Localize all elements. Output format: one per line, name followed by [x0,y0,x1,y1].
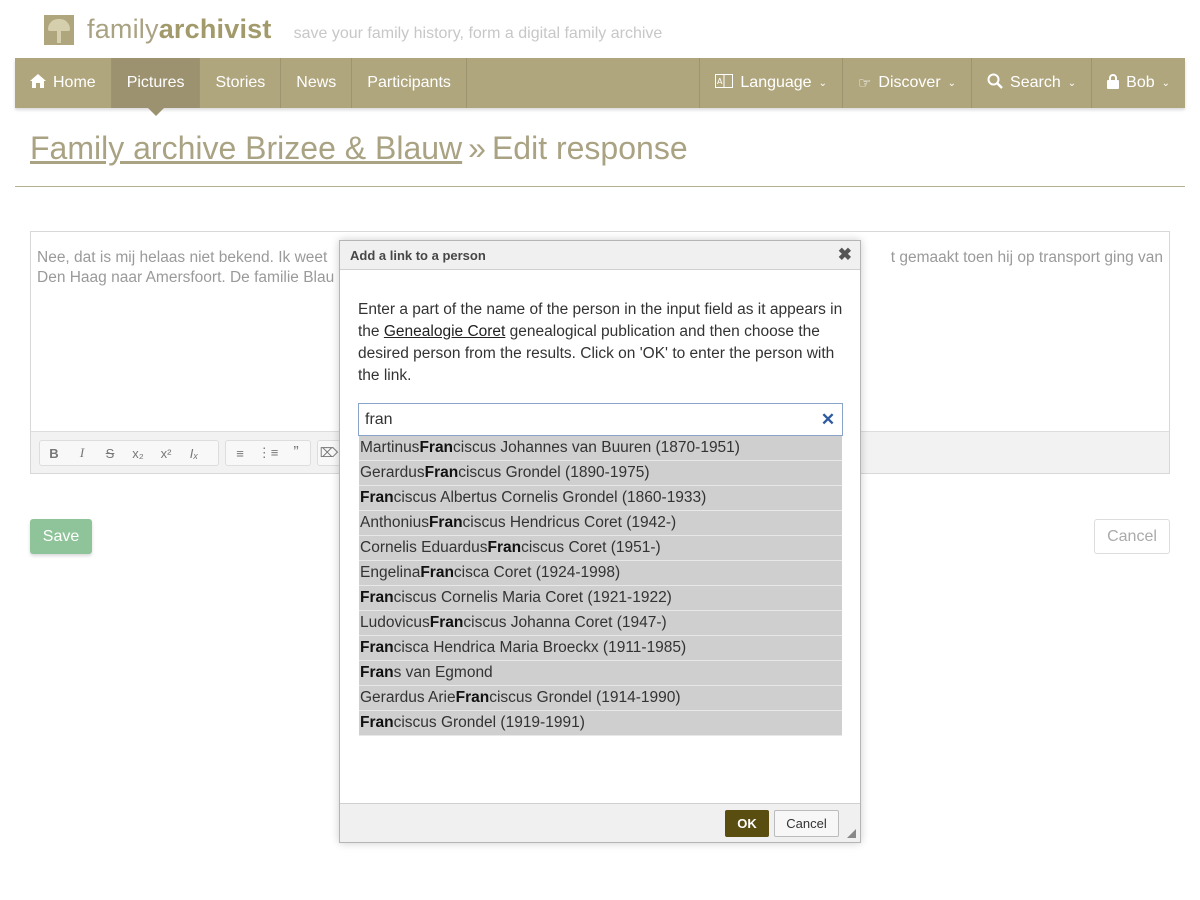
brand-tagline: save your family history, form a digital… [293,24,663,42]
nav-search[interactable]: Search ⌄ [971,58,1091,108]
search-result-item[interactable]: Cornelis Eduardus Fran ciscus Coret (1951… [359,536,842,561]
nav-news[interactable]: News [281,58,353,108]
editor-text-left: Nee, dat is mij helaas niet bekend. Ik w… [37,249,328,266]
nav-user-label: Bob [1126,74,1155,91]
search-result-item[interactable]: Fran cisca Hendrica Maria Broeckx (1911-1… [359,636,842,661]
chevron-down-icon: ⌄ [1161,77,1170,89]
search-result-item[interactable]: Martinus Fran ciscus Johannes van Buuren … [359,436,842,461]
title-divider [15,186,1185,187]
link-group: ⌦ [317,440,341,466]
link-icon[interactable]: ⌦ [318,441,340,465]
search-icon [987,73,1003,93]
dialog-cancel-button[interactable]: Cancel [774,810,839,837]
subscript-icon[interactable]: x₂ [124,441,152,465]
superscript-icon[interactable]: x² [152,441,180,465]
dialog-instructions: Enter a part of the name of the person i… [358,301,843,384]
clear-search-icon[interactable]: ✕ [814,410,842,430]
search-result-item[interactable]: Anthonius Fran ciscus Hendricus Coret (19… [359,511,842,536]
close-icon[interactable]: ✖ [838,245,852,265]
search-result-item[interactable]: Engelina Fran cisca Coret (1924-1998) [359,561,842,586]
bullet-list-icon[interactable]: ⋮≡ [254,441,282,465]
italic-icon[interactable]: I [68,441,96,465]
search-result-item[interactable]: Fran ciscus Grondel (1919-1991) [359,711,842,736]
home-icon [30,74,46,92]
search-result-item[interactable]: Fran s van Egmond [359,661,842,686]
nav-pictures[interactable]: Pictures [111,58,201,116]
search-results-list: Martinus Fran ciscus Johannes van Buuren … [359,436,842,736]
breadcrumb-archive-link[interactable]: Family archive Brizee & Blauw [30,130,462,166]
remove-format-icon[interactable]: Iₓ [180,441,208,465]
nav-search-label: Search [1010,74,1061,91]
cancel-button[interactable]: Cancel [1094,519,1170,554]
hand-point-icon: ☞ [857,75,872,92]
search-result-item[interactable]: Fran ciscus Albertus Cornelis Grondel (18… [359,486,842,511]
nav-home-label: Home [53,74,96,91]
resize-grip-icon[interactable] [847,829,856,838]
nav-user[interactable]: Bob ⌄ [1091,58,1185,108]
brand-name: familyarchivist [87,14,272,44]
page-title: Family archive Brizee & Blauw» Edit respo… [30,130,688,167]
nav-stories-label: Stories [215,74,266,91]
list-group: ≡ ⋮≡ ” [225,440,311,466]
search-result-item[interactable]: Gerardus Arie Fran ciscus Grondel (1914-1… [359,686,842,711]
nav-home[interactable]: Home [15,58,112,108]
dialog-title: Add a link to a person [350,247,486,263]
add-person-link-dialog: Add a link to a person ✖ Enter a part of… [339,240,861,843]
format-group: B I S x₂ x² Iₓ [39,440,219,466]
person-search-input[interactable] [359,410,814,429]
bold-icon[interactable]: B [40,441,68,465]
nav-news-label: News [296,74,337,91]
ok-button[interactable]: OK [725,810,769,837]
genealogie-coret-link[interactable]: Genealogie Coret [384,323,506,340]
nav-discover[interactable]: ☞ Discover ⌄ [841,58,971,108]
nav-stories[interactable]: Stories [200,58,282,108]
page-title-text: Edit response [491,130,688,166]
lock-icon [1107,73,1120,93]
search-result-item[interactable]: Ludovicus Fran ciscus Johanna Coret (1947… [359,611,842,636]
nav-language-label: Language [740,74,812,91]
nav-participants-label: Participants [367,74,451,91]
chevron-down-icon: ⌄ [947,77,957,89]
dialog-footer: OK Cancel [340,803,860,842]
breadcrumb-separator: » [468,130,486,166]
chevron-down-icon: ⌄ [818,77,827,89]
nav-language[interactable]: A Language ⌄ [699,58,842,108]
brand[interactable]: familyarchivist save your family history… [44,14,662,45]
save-button[interactable]: Save [30,519,92,554]
nav-pictures-label: Pictures [126,74,185,91]
svg-text:A: A [717,77,723,86]
search-result-item[interactable]: Gerardus Fran ciscus Grondel (1890-1975) [359,461,842,486]
nav-discover-label: Discover [878,74,941,91]
blockquote-icon[interactable]: ” [282,441,310,465]
search-result-item[interactable]: Fran ciscus Cornelis Maria Coret (1921-19… [359,586,842,611]
nav-participants[interactable]: Participants [352,58,467,108]
editor-text-right: t gemaakt toen hij op transport ging van [890,249,1163,266]
strikethrough-icon[interactable]: S [96,441,124,465]
dialog-titlebar[interactable]: Add a link to a person ✖ [340,241,860,270]
person-search-field[interactable]: ✕ [358,403,843,436]
tree-logo-icon [44,14,74,45]
numbered-list-icon[interactable]: ≡ [226,441,254,465]
language-icon: A [715,74,734,92]
chevron-down-icon: ⌄ [1067,77,1077,89]
main-navbar: Home Pictures Stories News Participants … [15,58,1185,116]
